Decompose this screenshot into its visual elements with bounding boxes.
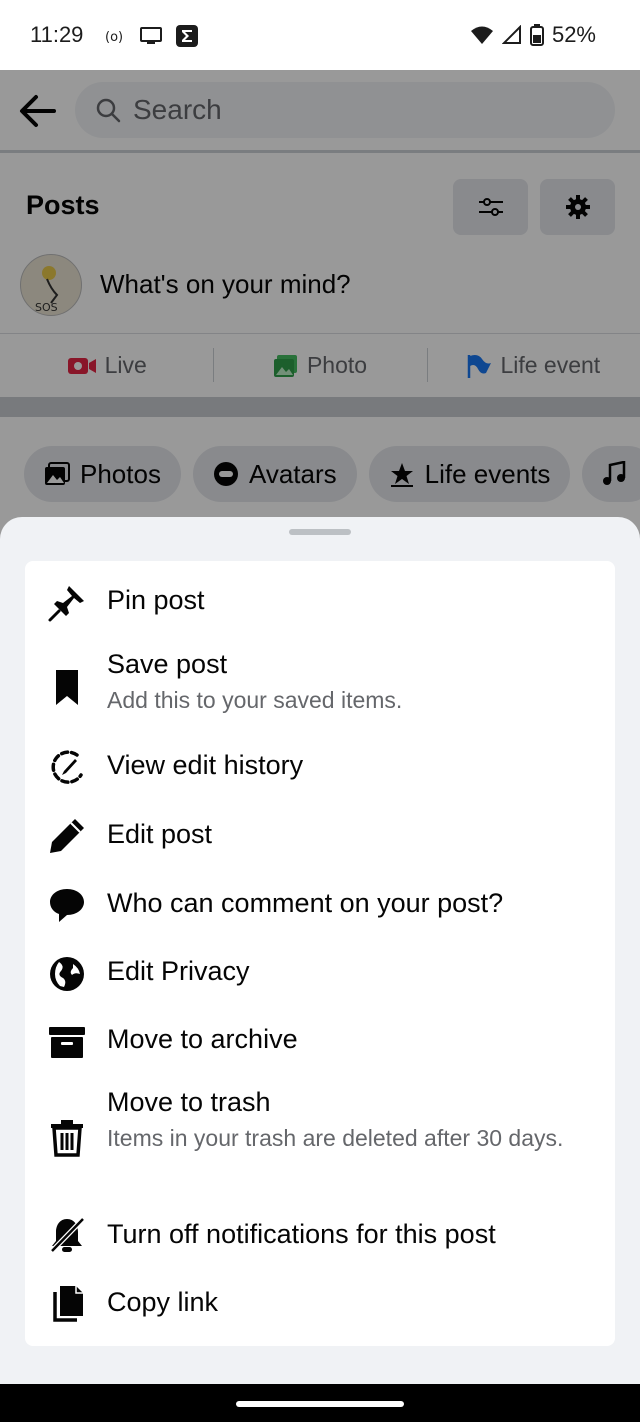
bell-off-icon [47,1215,87,1255]
menu-item-move-to-trash[interactable]: Move to trash Items in your trash are de… [25,1079,615,1197]
post-options-sheet: Pin post Save post Add this to your save… [0,517,640,1384]
sheet-drag-handle[interactable] [289,529,351,535]
wifi-icon [470,26,493,44]
radio-icon: (o) [105,30,123,44]
battery-icon [529,24,544,46]
menu-item-move-to-archive[interactable]: Move to archive [25,1009,615,1079]
sigma-icon [176,25,198,47]
menu-item-view-edit-history[interactable]: View edit history [25,735,615,803]
menu-item-edit-post[interactable]: Edit post [25,803,615,873]
copy-icon [47,1283,87,1323]
menu-item-save-post[interactable]: Save post Add this to your saved items. [25,643,615,735]
svg-text:(o): (o) [105,30,123,44]
bookmark-icon [47,667,87,707]
globe-icon [47,954,87,994]
trash-icon [47,1118,87,1158]
menu-item-copy-link[interactable]: Copy link [25,1273,615,1341]
pencil-icon [47,816,87,856]
comment-icon [47,885,87,925]
monitor-icon [140,27,162,44]
edit-history-icon [47,747,87,787]
battery-percent: 52% [551,22,596,47]
menu-item-edit-privacy[interactable]: Edit Privacy [25,941,615,1009]
signal-icon [501,25,521,44]
status-bar: 11:29 (o) 52% [0,0,640,70]
menu-item-pin-post[interactable]: Pin post [25,561,615,643]
home-gesture-handle[interactable] [236,1401,404,1407]
options-card: Pin post Save post Add this to your save… [25,561,615,1346]
menu-item-turn-off-notifications[interactable]: Turn off notifications for this post [25,1201,615,1273]
status-time: 11:29 [30,22,84,47]
pin-icon [47,583,87,623]
menu-item-who-can-comment[interactable]: Who can comment on your post? [25,873,615,941]
system-navigation-bar [0,1384,640,1422]
archive-icon [47,1022,87,1062]
